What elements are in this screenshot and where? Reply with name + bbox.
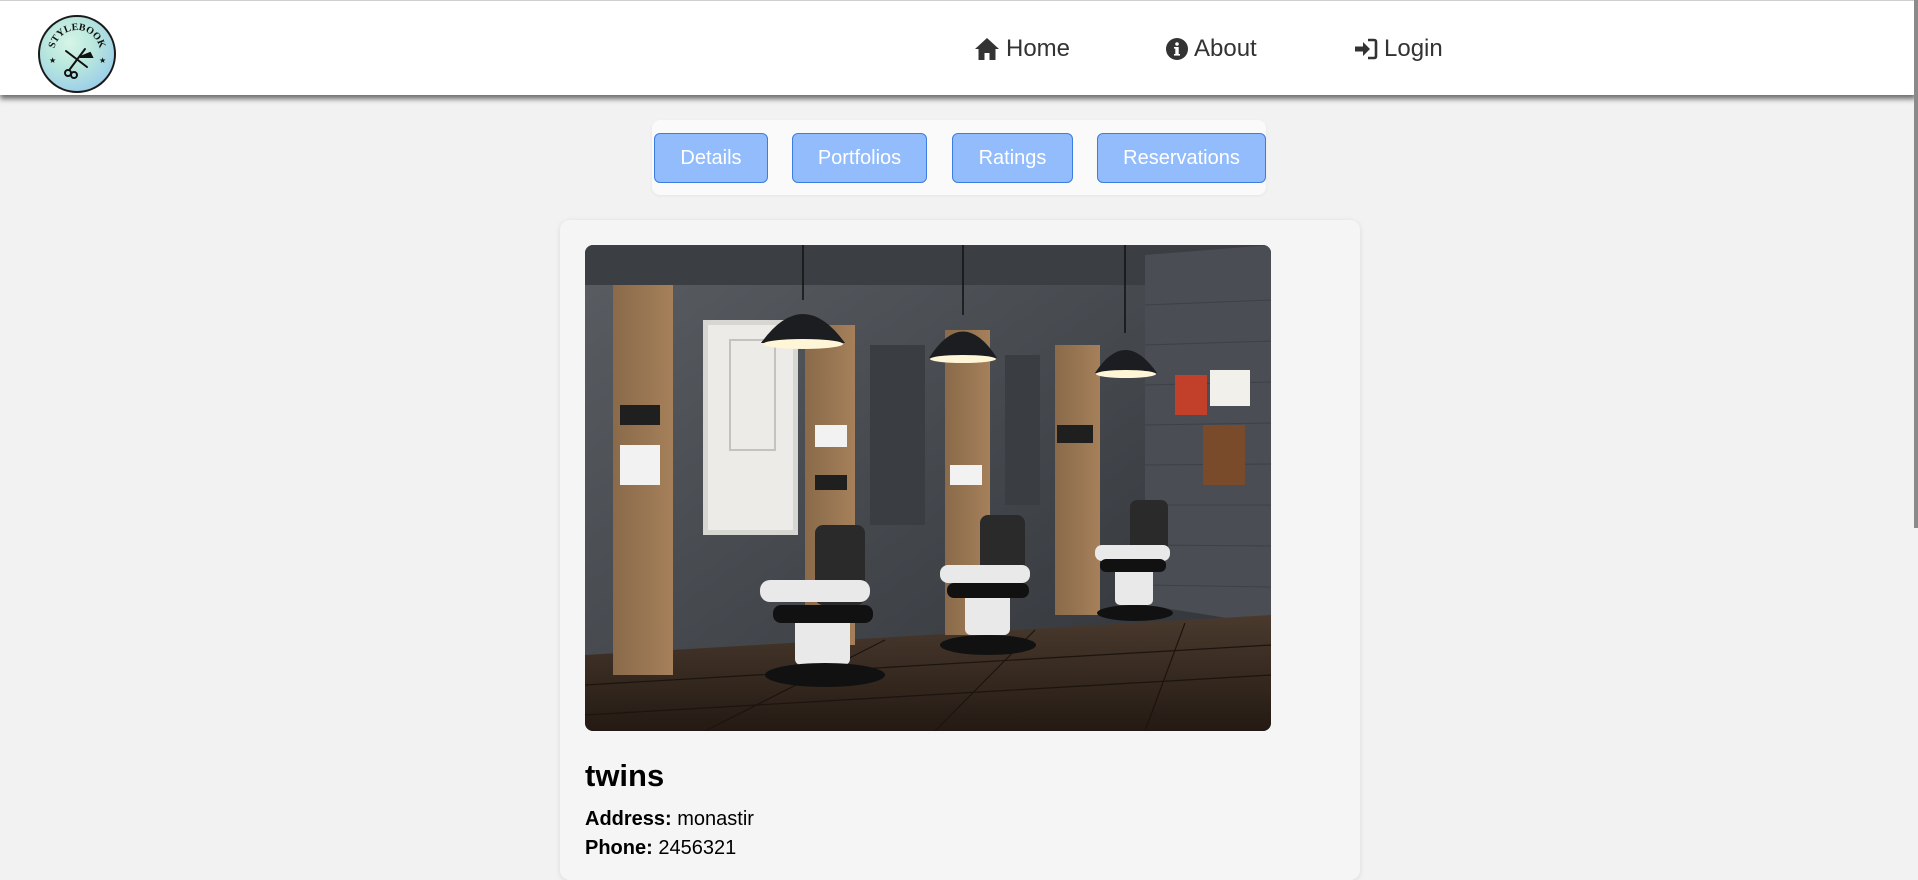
info-circle-icon: [1166, 38, 1188, 60]
nav-login-link[interactable]: Login: [1354, 33, 1443, 65]
svg-text:★: ★: [99, 56, 106, 65]
address-value: monastir: [677, 808, 754, 830]
tab-ratings[interactable]: Ratings: [952, 133, 1073, 183]
svg-text:★: ★: [49, 56, 56, 65]
salon-photo: [585, 245, 1271, 731]
sign-in-icon: [1355, 38, 1378, 60]
home-icon: [975, 38, 999, 60]
svg-text:STYLEBOOK: STYLEBOOK: [47, 22, 108, 50]
nav-home-label: Home: [1006, 35, 1071, 62]
nav-about-link[interactable]: About: [1166, 33, 1257, 65]
phone-value: 2456321: [658, 837, 737, 859]
stylebook-logo[interactable]: STYLEBOOK ★ ★: [38, 15, 116, 93]
nav-about-label: About: [1194, 35, 1257, 62]
tab-details[interactable]: Details: [654, 133, 768, 183]
tab-reservations[interactable]: Reservations: [1097, 133, 1266, 183]
address-label: Address:: [585, 808, 672, 830]
navbar: STYLEBOOK ★ ★ Home About Login: [0, 0, 1916, 95]
nav-home-link[interactable]: Home: [974, 33, 1070, 65]
salon-phone: Phone: 2456321: [585, 837, 736, 860]
nav-login-label: Login: [1384, 35, 1443, 62]
salon-address: Address: monastir: [585, 808, 754, 831]
salon-name: twins: [585, 758, 665, 793]
tab-portfolios[interactable]: Portfolios: [792, 133, 927, 183]
phone-label: Phone:: [585, 837, 653, 859]
scrollbar[interactable]: [1914, 0, 1918, 528]
